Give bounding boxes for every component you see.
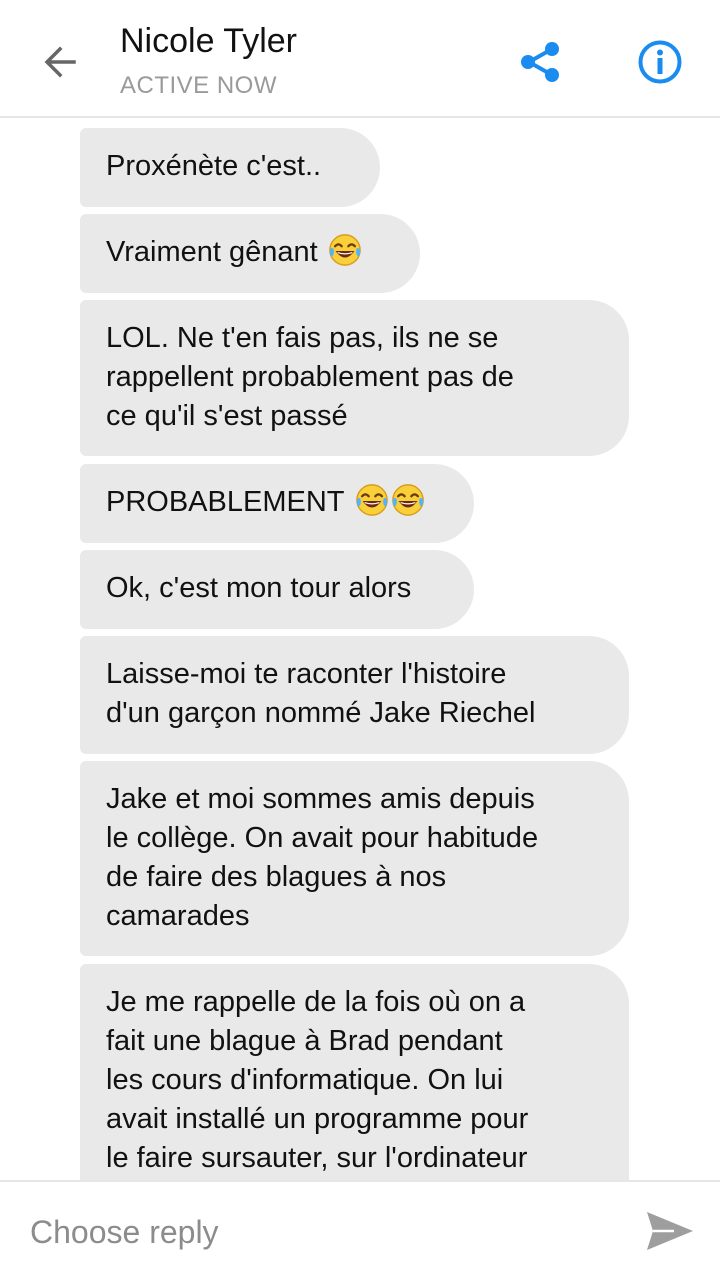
message-bubble[interactable]: Vraiment gênant bbox=[80, 214, 420, 293]
message-bubble[interactable]: Proxénète c'est.. bbox=[80, 128, 380, 207]
message-bubble[interactable]: Laisse-moi te raconter l'histoire d'un g… bbox=[80, 636, 629, 754]
message-line: avait installé un programme pour bbox=[106, 1103, 529, 1135]
share-icon bbox=[521, 42, 559, 82]
message-line: Laisse-moi te raconter l'histoire bbox=[106, 658, 507, 690]
send-icon bbox=[647, 1212, 693, 1250]
message-line: le collège. On avait pour habitude bbox=[106, 822, 539, 854]
message-thread[interactable]: Proxénète c'est.. Vraiment gênant LOL. N… bbox=[0, 118, 720, 1180]
message-line: LOL. Ne t'en fais pas, ils ne se bbox=[106, 322, 499, 354]
message-bubble[interactable]: LOL. Ne t'en fais pas, ils ne se rappell… bbox=[80, 300, 629, 456]
message-line: Je me rappelle de la fois où on a bbox=[106, 986, 526, 1018]
message-line: le faire sursauter, sur l'ordinateur bbox=[106, 1142, 528, 1174]
message-bubble[interactable]: Jake et moi sommes amis depuis le collèg… bbox=[80, 761, 629, 956]
message-line: camarades bbox=[106, 900, 250, 932]
message-line: PROBABLEMENT bbox=[106, 486, 345, 518]
message-line: Jake et moi sommes amis depuis bbox=[106, 783, 535, 815]
reply-input[interactable] bbox=[30, 1210, 590, 1254]
tears-of-joy-emoji bbox=[391, 484, 424, 516]
contact-name: Nicole Tyler bbox=[120, 22, 297, 60]
message-line: les cours d'informatique. On lui bbox=[106, 1064, 504, 1096]
message-bubble[interactable]: Ok, c'est mon tour alors bbox=[80, 550, 474, 629]
send-button[interactable] bbox=[640, 1206, 700, 1256]
message-line: d'un garçon nommé Jake Riechel bbox=[106, 697, 536, 729]
back-button[interactable] bbox=[36, 38, 84, 86]
message-line: Vraiment gênant bbox=[106, 236, 318, 268]
message-line: rappellent probablement pas de bbox=[106, 361, 514, 393]
message-line: ce qu'il s'est passé bbox=[106, 400, 348, 432]
tears-of-joy-emoji bbox=[355, 484, 388, 516]
message-bubble[interactable]: Je me rappelle de la fois où on a fait u… bbox=[80, 964, 629, 1180]
message-line: de faire des blagues à nos bbox=[106, 861, 447, 893]
message-line: Proxénète c'est.. bbox=[106, 150, 322, 182]
reply-bar bbox=[0, 1180, 720, 1280]
active-status: ACTIVE NOW bbox=[120, 72, 278, 99]
info-icon bbox=[638, 40, 682, 84]
share-button[interactable] bbox=[512, 36, 568, 88]
chat-header: Nicole Tyler ACTIVE NOW bbox=[0, 0, 720, 118]
message-line: fait une blague à Brad pendant bbox=[106, 1025, 503, 1057]
message-bubble[interactable]: PROBABLEMENT bbox=[80, 464, 474, 543]
arrow-left-icon bbox=[44, 46, 76, 78]
info-button[interactable] bbox=[634, 36, 686, 88]
message-line: Ok, c'est mon tour alors bbox=[106, 572, 412, 604]
tears-of-joy-emoji bbox=[328, 234, 361, 266]
